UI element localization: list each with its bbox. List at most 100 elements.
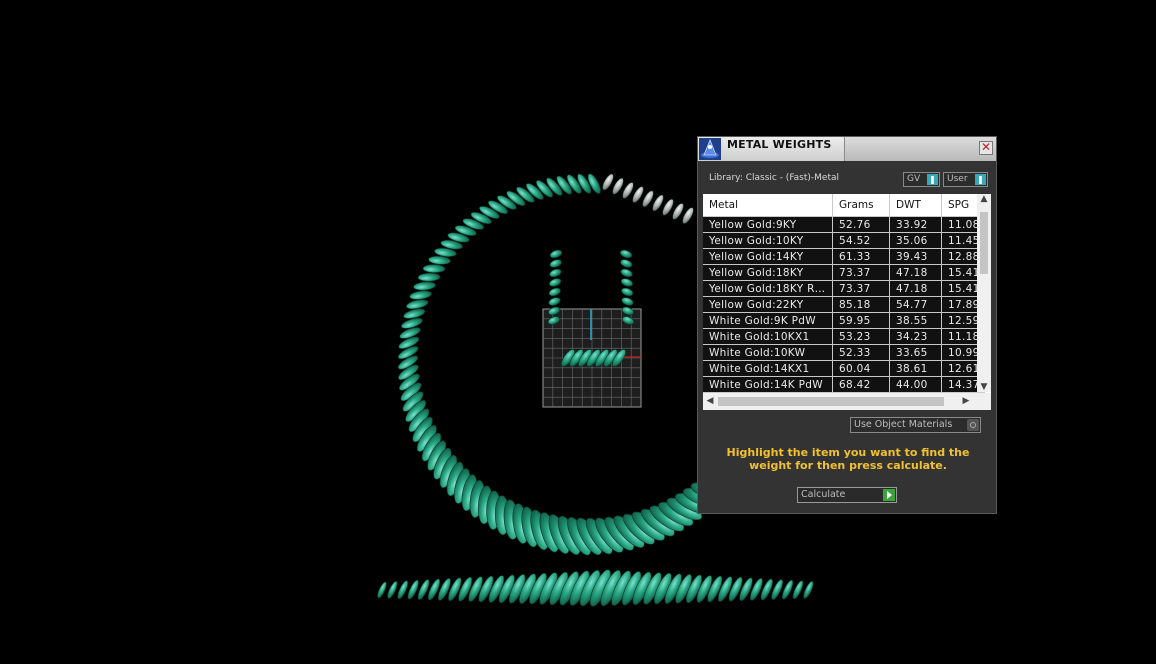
cell-grams: 68.42 (832, 376, 890, 393)
vertical-scrollbar[interactable]: ▲ ▼ (977, 194, 991, 392)
table-row[interactable]: White Gold:9K PdW 59.95 38.55 12.59 (703, 312, 985, 329)
cell-metal: Yellow Gold:14KY (703, 248, 833, 265)
scroll-left-icon[interactable]: ◀ (703, 396, 717, 406)
chain-link (548, 297, 561, 306)
cell-grams: 60.04 (832, 360, 890, 377)
horizontal-scroll-thumb[interactable] (718, 397, 944, 406)
chain-link (417, 272, 441, 282)
cell-grams: 53.23 (832, 328, 890, 345)
table-row[interactable]: Yellow Gold:14KY 61.33 39.43 12.88 (703, 248, 985, 265)
calculate-label: Calculate (801, 489, 846, 500)
cell-dwt: 44.00 (889, 376, 942, 393)
cell-grams: 85.18 (832, 296, 890, 313)
chain-link (387, 581, 398, 599)
library-label: Library: Classic - (Fast)-Metal (709, 173, 840, 183)
cell-dwt: 38.61 (889, 360, 942, 377)
cell-dwt: 47.18 (889, 264, 942, 281)
cell-dwt: 47.18 (889, 280, 942, 297)
toggle-switch-icon: ❚ (927, 174, 938, 185)
metal-weights-panel: METAL WEIGHTS ✕ Library: Classic - (Fast… (697, 136, 997, 514)
cell-metal: Yellow Gold:18KY R… (703, 280, 833, 297)
calculate-button[interactable]: Calculate (797, 487, 897, 503)
chain-link (549, 249, 563, 259)
column-header-metal[interactable]: Metal (703, 194, 833, 217)
use-object-materials-toggle[interactable]: Use Object Materials (850, 417, 981, 433)
chain-link (406, 299, 429, 310)
cell-metal: Yellow Gold:18KY (703, 264, 833, 281)
table-row[interactable]: Yellow Gold:18KY R… 73.37 47.18 15.41 (703, 280, 985, 297)
user-toggle[interactable]: User ❚ (943, 172, 988, 187)
cell-metal: Yellow Gold:10KY (703, 232, 833, 249)
cell-dwt: 34.23 (889, 328, 942, 345)
cell-metal: Yellow Gold:9KY (703, 216, 833, 233)
toggle-switch-icon: ❚ (975, 174, 986, 185)
cell-grams: 52.33 (832, 344, 890, 361)
vertical-scroll-thumb[interactable] (980, 212, 988, 274)
column-header-grams[interactable]: Grams (832, 194, 890, 217)
app-logo-icon (699, 138, 721, 160)
cell-metal: Yellow Gold:22KY (703, 296, 833, 313)
cell-grams: 52.76 (832, 216, 890, 233)
cell-grams: 73.37 (832, 280, 890, 297)
chain-link (803, 581, 814, 599)
table-row[interactable]: White Gold:10KX1 53.23 34.23 11.18 (703, 328, 985, 345)
chain-link (621, 287, 634, 297)
chain-link (409, 290, 432, 300)
cell-metal: White Gold:14KX1 (703, 360, 833, 377)
use-object-materials-label: Use Object Materials (854, 419, 953, 430)
table-row[interactable]: Yellow Gold:22KY 85.18 54.77 17.89 (703, 296, 985, 313)
user-toggle-label: User (947, 174, 968, 184)
play-icon (883, 489, 895, 501)
panel-titlebar[interactable]: METAL WEIGHTS ✕ (698, 137, 996, 161)
chain-link (548, 287, 561, 297)
chain-link (377, 581, 387, 599)
radio-icon (967, 419, 979, 431)
cell-grams: 59.95 (832, 312, 890, 329)
chain-link (413, 281, 436, 291)
scroll-right-icon[interactable]: ▶ (959, 396, 973, 406)
table-row[interactable]: White Gold:10KW 52.33 33.65 10.99 (703, 344, 985, 361)
cell-metal: White Gold:14K PdW (703, 376, 833, 393)
cell-metal: White Gold:10KW (703, 344, 833, 361)
chain-link (428, 255, 451, 265)
cell-dwt: 35.06 (889, 232, 942, 249)
cell-grams: 73.37 (832, 264, 890, 281)
cell-dwt: 54.77 (889, 296, 942, 313)
chain-link (549, 278, 562, 287)
chain-link (620, 259, 633, 268)
table-row[interactable]: Yellow Gold:10KY 54.52 35.06 11.45 (703, 232, 985, 249)
cell-grams: 54.52 (832, 232, 890, 249)
panel-title: METAL WEIGHTS (727, 138, 832, 151)
instruction-text: Highlight the item you want to find the … (726, 446, 970, 472)
cell-dwt: 39.43 (889, 248, 942, 265)
panel-title-tab: METAL WEIGHTS (698, 137, 845, 161)
chain-link (620, 268, 633, 278)
table-row[interactable]: White Gold:14KX1 60.04 38.61 12.61 (703, 360, 985, 377)
chain-link (619, 249, 633, 259)
metal-table[interactable]: Metal Grams DWT SPG Yellow Gold:9KY 52.76… (703, 194, 991, 410)
cell-dwt: 38.55 (889, 312, 942, 329)
cell-metal: White Gold:9K PdW (703, 312, 833, 329)
table-row[interactable]: Yellow Gold:9KY 52.76 33.92 11.08 (703, 216, 985, 233)
chain-link (549, 259, 562, 268)
cell-dwt: 33.92 (889, 216, 942, 233)
earring-preview-grid[interactable] (542, 249, 642, 408)
necklace-clasp-segment[interactable] (600, 172, 695, 225)
bracelet-chain-model[interactable] (376, 567, 815, 609)
gv-toggle-label: GV (907, 174, 921, 184)
cell-grams: 61.33 (832, 248, 890, 265)
gv-toggle[interactable]: GV ❚ (903, 172, 940, 187)
chain-link (422, 264, 446, 273)
table-row[interactable]: White Gold:14K PdW 68.42 44.00 14.37 (703, 376, 985, 393)
cell-dwt: 33.65 (889, 344, 942, 361)
chain-link (549, 268, 562, 278)
table-row[interactable]: Yellow Gold:18KY 73.37 47.18 15.41 (703, 264, 985, 281)
scroll-up-icon[interactable]: ▲ (977, 194, 991, 204)
horizontal-scrollbar[interactable]: ◀ ▶ (703, 393, 991, 410)
close-icon[interactable]: ✕ (979, 141, 993, 155)
chain-link (621, 297, 634, 306)
table-header-row: Metal Grams DWT SPG (703, 194, 985, 217)
scroll-down-icon[interactable]: ▼ (977, 382, 991, 392)
column-header-dwt[interactable]: DWT (889, 194, 942, 217)
chain-link (620, 278, 633, 287)
